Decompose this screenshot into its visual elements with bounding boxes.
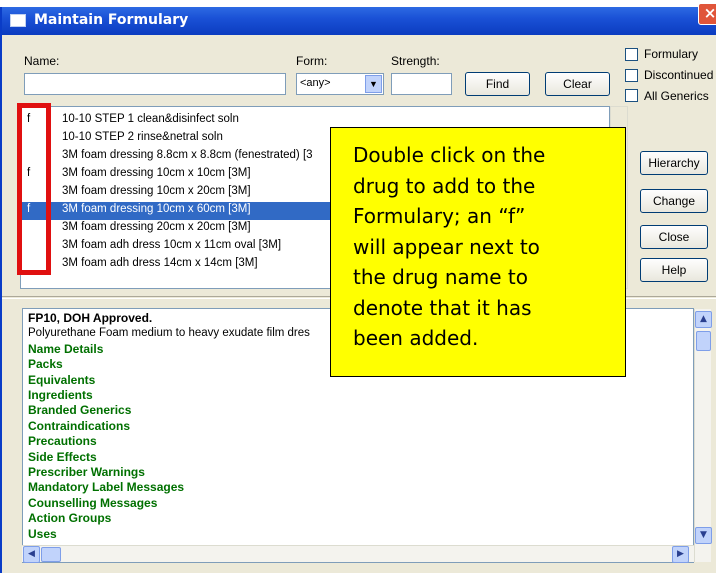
form-select[interactable]: <any> ▼	[296, 73, 384, 95]
vertical-scroll-thumb[interactable]	[696, 331, 711, 351]
drug-name: 10-10 STEP 1 clean&disinfect soln	[62, 113, 239, 125]
scroll-down-icon[interactable]: ▼	[695, 527, 712, 544]
formulary-checkbox[interactable]	[625, 48, 638, 61]
strength-label: Strength:	[391, 54, 440, 68]
drug-name: 10-10 STEP 2 rinse&netral soln	[62, 131, 223, 143]
flag-column-highlight	[17, 103, 51, 275]
section-link-ingredients[interactable]: Ingredients	[28, 388, 688, 403]
scroll-right-icon[interactable]: ▶	[672, 546, 689, 563]
title-bar[interactable]: Maintain Formulary	[2, 7, 716, 35]
callout-line: been added.	[353, 326, 479, 350]
discontinued-checkbox-label: Discontinued	[644, 68, 714, 82]
clear-button[interactable]: Clear	[545, 72, 610, 96]
strength-input[interactable]	[391, 73, 452, 95]
section-link-mandatory-label-messages[interactable]: Mandatory Label Messages	[28, 480, 688, 495]
discontinued-checkbox[interactable]	[625, 69, 638, 82]
drug-name: 3M foam dressing 20cm x 20cm [3M]	[62, 221, 251, 233]
section-link-prescriber-warnings[interactable]: Prescriber Warnings	[28, 465, 688, 480]
details-horizontal-scrollbar[interactable]: ◀ ▶	[22, 545, 694, 563]
help-button[interactable]: Help	[640, 258, 708, 282]
form-label: Form:	[296, 54, 328, 68]
formulary-checkbox-label: Formulary	[644, 47, 699, 61]
details-vertical-scrollbar[interactable]: ▲ ▼	[694, 309, 712, 562]
instruction-callout: Double click on the drug to add to the F…	[330, 127, 626, 377]
section-link-contraindications[interactable]: Contraindications	[28, 419, 688, 434]
name-label: Name:	[24, 54, 60, 68]
callout-line: will appear next to	[353, 234, 540, 259]
callout-line: Double click on the	[353, 143, 546, 167]
drug-name: 3M foam adh dress 14cm x 14cm [3M]	[62, 257, 258, 269]
scroll-up-icon[interactable]: ▲	[695, 311, 712, 328]
form-select-value: <any>	[300, 77, 331, 89]
section-link-uses[interactable]: Uses	[28, 527, 688, 542]
section-link-counselling-messages[interactable]: Counselling Messages	[28, 496, 688, 511]
hierarchy-button[interactable]: Hierarchy	[640, 151, 708, 175]
drug-name: 3M foam dressing 10cm x 10cm [3M]	[62, 167, 251, 179]
all-generics-checkbox-label: All Generics	[644, 89, 709, 103]
drug-name: 3M foam dressing 10cm x 60cm [3M]	[62, 203, 251, 215]
callout-line: denote that it has	[353, 295, 532, 320]
name-input[interactable]	[24, 73, 286, 95]
callout-line: Formulary; an “f”	[353, 204, 526, 228]
section-link-branded-generics[interactable]: Branded Generics	[28, 403, 688, 418]
section-link-precautions[interactable]: Precautions	[28, 434, 688, 449]
chevron-down-icon[interactable]: ▼	[365, 75, 382, 93]
callout-line: drug to add to the	[353, 173, 536, 198]
scroll-left-icon[interactable]: ◀	[23, 546, 40, 563]
section-link-side-effects[interactable]: Side Effects	[28, 450, 688, 465]
all-generics-checkbox[interactable]	[625, 89, 638, 102]
window-title: Maintain Formulary	[34, 12, 189, 28]
horizontal-scroll-thumb[interactable]	[41, 547, 61, 562]
find-button[interactable]: Find	[465, 72, 530, 96]
close-window-button[interactable]: ×	[698, 3, 716, 25]
close-button[interactable]: Close	[640, 225, 708, 249]
section-link-action-groups[interactable]: Action Groups	[28, 511, 688, 526]
drug-name: 3M foam dressing 8.8cm x 8.8cm (fenestra…	[62, 149, 313, 161]
change-button[interactable]: Change	[640, 189, 708, 213]
callout-line: the drug name to	[353, 265, 528, 289]
window-icon	[10, 14, 26, 27]
drug-name: 3M foam adh dress 10cm x 11cm oval [3M]	[62, 239, 282, 251]
drug-name: 3M foam dressing 10cm x 20cm [3M]	[62, 185, 251, 197]
